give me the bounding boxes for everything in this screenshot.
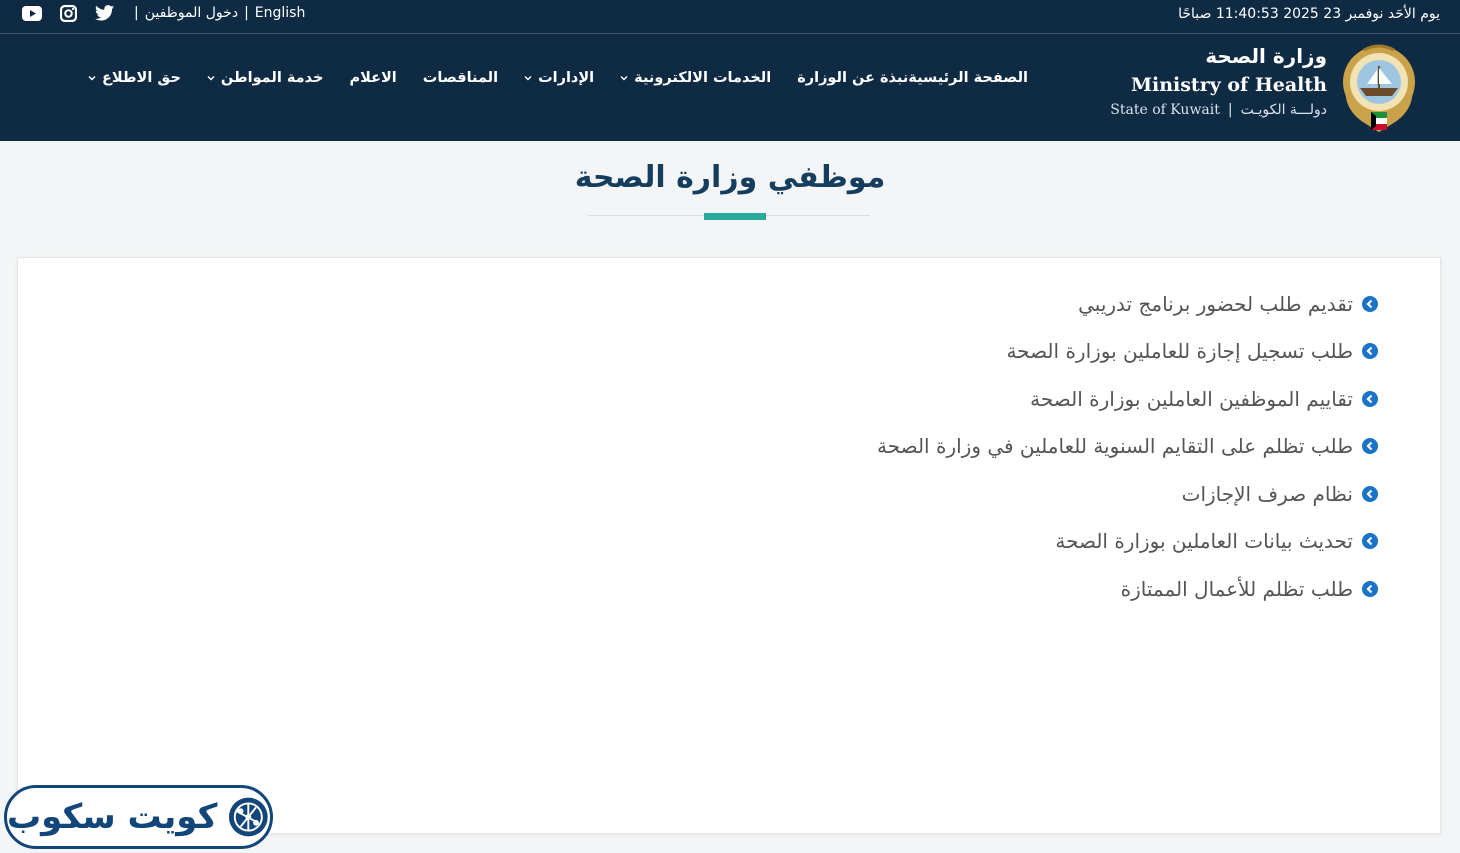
service-link[interactable]: طلب تظلم للأعمال الممتازة [1121, 577, 1353, 601]
chevron-down-icon [524, 76, 532, 81]
main-navigation: الصفحة الرئيسية نبذة عن الوزارة الخدمات … [28, 70, 1028, 86]
service-link[interactable]: تقاييم الموظفين العاملين بوزارة الصحة [1030, 387, 1353, 411]
brand-state-line: State of Kuwait | دولـــة الكويـت [1110, 102, 1327, 118]
nav-item-label: المناقصات [422, 70, 499, 86]
watermark-text: كويت سكوب [7, 797, 218, 837]
nav-item-label: الاعلام [349, 70, 397, 86]
nav-item-label: حق الاطلاع [101, 70, 181, 86]
nav-item-citizen-service[interactable]: خدمة المواطن [207, 70, 324, 86]
service-link[interactable]: تقديم طلب لحضور برنامج تدريبي [1078, 292, 1353, 316]
separator: | [244, 5, 249, 21]
circle-arrow-left-icon [1362, 580, 1378, 597]
nav-item-media[interactable]: الاعلام [349, 70, 396, 86]
nav-item-e-services[interactable]: الخدمات الالكترونية [620, 70, 771, 86]
circle-arrow-left-icon [1362, 438, 1378, 455]
state-separator: | [1227, 102, 1233, 118]
circle-arrow-left-icon [1362, 485, 1378, 502]
list-item[interactable]: تقاييم الموظفين العاملين بوزارة الصحة [877, 375, 1378, 423]
chevron-down-icon [207, 76, 215, 81]
circle-arrow-left-icon [1362, 343, 1378, 360]
youtube-icon[interactable] [20, 3, 44, 23]
service-link[interactable]: نظام صرف الإجازات [1182, 482, 1353, 506]
nav-item-right-to-information[interactable]: حق الاطلاع [88, 70, 181, 86]
state-name-arabic: دولـــة الكويـت [1240, 102, 1327, 118]
services-card: تقديم طلب لحضور برنامج تدريبي طلب تسجيل … [17, 257, 1441, 834]
list-item[interactable]: تقديم طلب لحضور برنامج تدريبي [877, 280, 1378, 328]
globe-icon [229, 797, 269, 837]
service-link[interactable]: طلب تسجيل إجازة للعاملين بوزارة الصحة [1006, 339, 1353, 363]
service-link[interactable]: طلب تظلم على التقايم السنوية للعاملين في… [877, 434, 1353, 458]
current-date-time: يوم الأحَد نوفمبر 23 2025 11:40:53 صباحً… [1178, 6, 1440, 22]
brand-name-english: Ministry of Health [1130, 74, 1327, 96]
instagram-icon[interactable] [56, 3, 80, 23]
main-header: وزارة الصحة Ministry of Health State of … [0, 34, 1460, 141]
nav-item-label: الصفحة الرئيسية [908, 70, 1028, 86]
circle-arrow-left-icon [1362, 390, 1378, 407]
nav-item-label: الخدمات الالكترونية [634, 70, 772, 86]
services-link-list: تقديم طلب لحضور برنامج تدريبي طلب تسجيل … [877, 280, 1378, 613]
list-item[interactable]: طلب تظلم للأعمال الممتازة [877, 565, 1378, 613]
nav-item-label: نبذة عن الوزارة [797, 70, 909, 86]
service-link[interactable]: تحديث بيانات العاملين بوزارة الصحة [1055, 529, 1353, 553]
separator: | [134, 5, 139, 21]
list-item[interactable]: تحديث بيانات العاملين بوزارة الصحة [877, 518, 1378, 566]
top-bar-links: | دخول الموظفين | English [20, 3, 305, 23]
nav-item-label: خدمة المواطن [220, 70, 324, 86]
nav-item-label: الإدارات [538, 70, 595, 86]
state-name-english: State of Kuwait [1110, 102, 1220, 118]
nav-item-about[interactable]: نبذة عن الوزارة [797, 70, 908, 86]
english-language-link[interactable]: English [255, 5, 306, 21]
brand-name-arabic: وزارة الصحة [1205, 44, 1327, 68]
ministry-emblem-logo[interactable] [1336, 40, 1422, 136]
nav-item-departments[interactable]: الإدارات [524, 70, 594, 86]
nav-item-tenders[interactable]: المناقصات [423, 70, 498, 86]
watermark-logo: كويت سكوب [4, 785, 273, 849]
title-accent-bar [704, 213, 766, 220]
page-title: موظفي وزارة الصحة [574, 160, 886, 195]
employee-login-link[interactable]: دخول الموظفين [145, 5, 238, 21]
twitter-icon[interactable] [92, 3, 116, 23]
nav-item-home[interactable]: الصفحة الرئيسية [908, 70, 1028, 86]
circle-arrow-left-icon [1362, 533, 1378, 550]
circle-arrow-left-icon [1362, 295, 1378, 312]
chevron-down-icon [88, 76, 96, 81]
chevron-down-icon [620, 76, 628, 81]
list-item[interactable]: نظام صرف الإجازات [877, 470, 1378, 518]
list-item[interactable]: طلب تظلم على التقايم السنوية للعاملين في… [877, 423, 1378, 471]
top-bar: | دخول الموظفين | English يوم الأحَد نوف… [0, 0, 1460, 34]
list-item[interactable]: طلب تسجيل إجازة للعاملين بوزارة الصحة [877, 328, 1378, 376]
